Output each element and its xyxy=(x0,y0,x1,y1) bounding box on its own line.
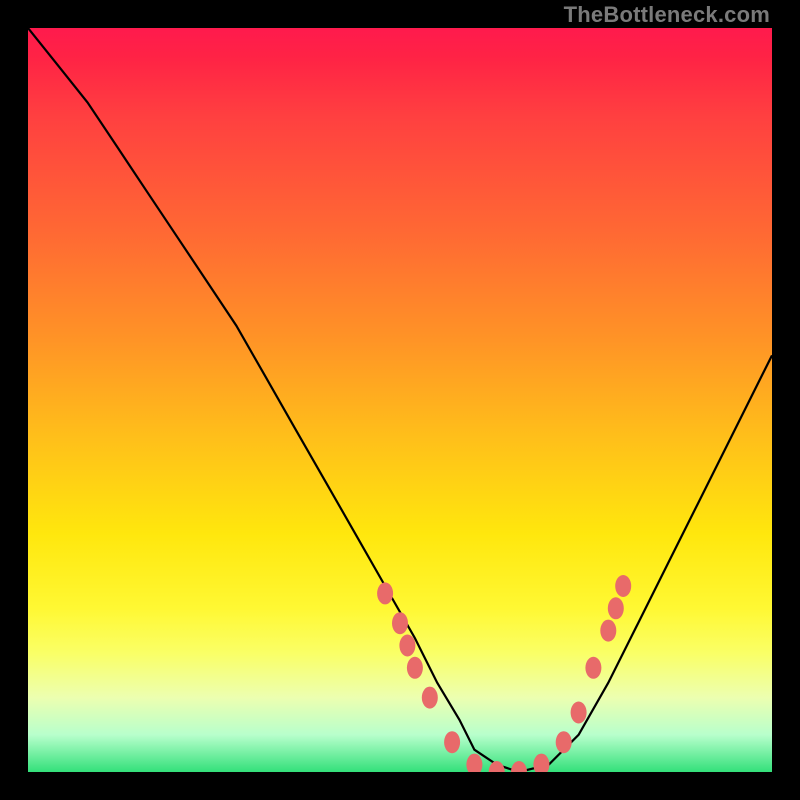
curve-marker xyxy=(422,687,438,709)
watermark-text: TheBottleneck.com xyxy=(564,2,770,28)
curve-marker xyxy=(444,731,460,753)
curve-marker xyxy=(600,620,616,642)
curve-marker xyxy=(407,657,423,679)
plot-area xyxy=(28,28,772,772)
chart-frame: TheBottleneck.com xyxy=(0,0,800,800)
curve-marker xyxy=(399,635,415,657)
curve-marker xyxy=(377,582,393,604)
curve-marker xyxy=(511,761,527,772)
curve-marker xyxy=(489,761,505,772)
curve-marker xyxy=(585,657,601,679)
curve-marker xyxy=(615,575,631,597)
marker-group xyxy=(377,575,631,772)
curve-marker xyxy=(533,754,549,772)
curve-marker xyxy=(556,731,572,753)
curve-marker xyxy=(608,597,624,619)
bottleneck-curve xyxy=(28,28,772,772)
curve-line xyxy=(28,28,772,772)
curve-marker xyxy=(571,702,587,724)
curve-marker xyxy=(392,612,408,634)
curve-marker xyxy=(466,754,482,772)
